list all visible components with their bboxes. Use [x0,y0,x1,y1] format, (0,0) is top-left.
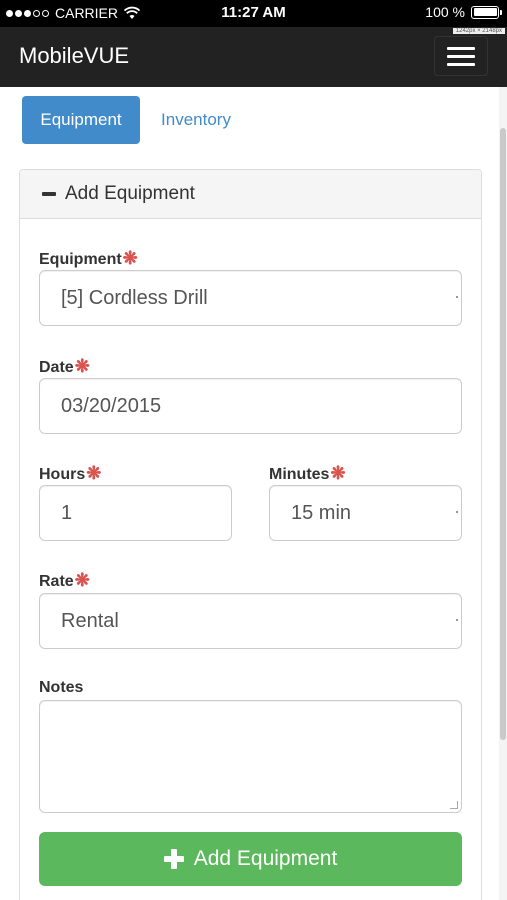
rate-select[interactable]: Rental [39,593,462,649]
equipment-label: Equipment❋ [39,248,138,268]
date-label: Date❋ [39,356,90,376]
select-caret-icon [456,296,458,298]
select-caret-icon [456,511,458,513]
hours-input-value: 1 [61,501,73,524]
add-equipment-button-label: Add Equipment [193,847,338,870]
notes-textarea[interactable] [39,700,462,813]
minutes-select-value: 15 min [291,501,352,524]
scrollbar-thumb[interactable] [500,128,506,740]
status-bar: CARRIER 11:27 AM 100 % [0,0,507,27]
menu-toggle-button[interactable] [434,36,488,76]
rate-label: Rate❋ [39,570,90,590]
equipment-select-value: [5] Cordless Drill [61,286,208,309]
date-input[interactable]: 03/20/2015 [39,378,462,434]
minutes-label: Minutes❋ [269,463,346,483]
hours-label: Hours❋ [39,463,102,483]
notes-label: Notes [39,679,84,696]
hours-input[interactable]: 1 [39,485,232,541]
dimensions-tag: 1242px × 2148px [452,28,505,34]
tab-equipment[interactable]: Equipment [22,96,140,144]
hamburger-icon [447,46,475,50]
battery-percent: 100 % [425,4,465,20]
minutes-select[interactable]: 15 min [269,485,462,541]
required-icon: ❋ [122,248,138,268]
status-right: 100 % [425,4,502,20]
panel-heading[interactable]: Add Equipment [20,170,481,219]
plus-icon [163,849,184,869]
app-brand[interactable]: MobileVUE [19,43,129,69]
battery-icon [471,5,502,19]
resize-grip-icon[interactable] [450,801,458,809]
tab-inventory[interactable]: Inventory [140,96,252,144]
navbar: MobileVUE 1242px × 2148px [0,27,507,87]
panel-title: Add Equipment [65,183,195,204]
date-input-value: 03/20/2015 [61,394,162,417]
rate-select-value: Rental [61,609,119,632]
select-caret-icon [456,619,458,621]
minus-icon [42,192,56,196]
equipment-select[interactable]: [5] Cordless Drill [39,270,462,326]
required-icon: ❋ [330,463,346,483]
add-equipment-button[interactable]: Add Equipment [39,832,462,886]
required-icon: ❋ [86,463,102,483]
required-icon: ❋ [74,356,90,376]
required-icon: ❋ [74,570,90,590]
